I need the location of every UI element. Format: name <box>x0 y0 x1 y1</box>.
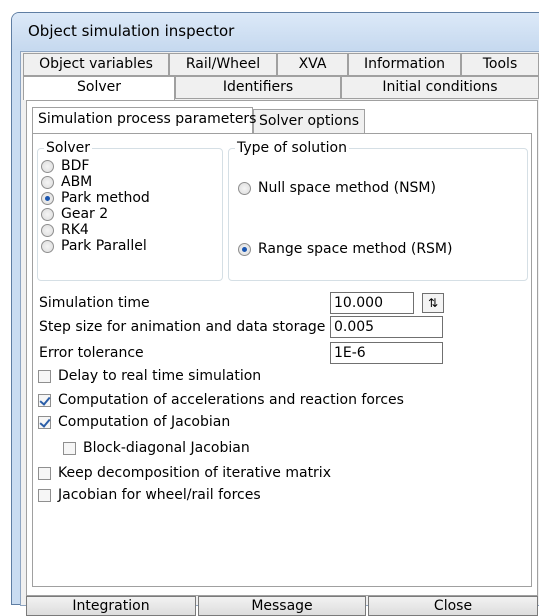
radio-selected-icon <box>238 242 251 256</box>
integration-button[interactable]: Integration <box>26 596 196 616</box>
inspector-window: Object simulation inspector Object varia… <box>11 12 539 616</box>
keep-decomposition-checkbox[interactable]: Keep decomposition of iterative matrix <box>38 465 331 481</box>
close-button[interactable]: Close <box>368 596 538 616</box>
up-down-arrows-icon[interactable]: ⇅ <box>422 293 444 313</box>
window-title: Object simulation inspector <box>28 22 235 40</box>
error-tolerance-label: Error tolerance <box>39 345 144 361</box>
step-size-input[interactable]: 0.005 <box>330 316 443 338</box>
simulation-time-input[interactable]: 10.000 <box>330 292 414 314</box>
solver-panel: Simulation process parameters Solver opt… <box>26 100 538 596</box>
radio-icon <box>41 223 54 237</box>
radio-icon <box>41 207 54 221</box>
radio-gear-2[interactable]: Gear 2 <box>41 207 108 221</box>
message-button[interactable]: Message <box>198 596 366 616</box>
checkbox-label: Jacobian for wheel/rail forces <box>58 487 261 503</box>
radio-label: Park Parallel <box>61 238 147 254</box>
radio-icon <box>41 239 54 253</box>
radio-label: RK4 <box>61 222 89 238</box>
jacobian-wheel-rail-checkbox[interactable]: Jacobian for wheel/rail forces <box>38 487 261 503</box>
checkbox-label: Delay to real time simulation <box>58 368 262 384</box>
checkbox-checked-icon <box>38 393 51 407</box>
radio-label: Gear 2 <box>61 206 109 222</box>
radio-null-space-method[interactable]: Null space method (NSM) <box>238 181 436 195</box>
tab-rail-wheel[interactable]: Rail/Wheel <box>169 53 277 76</box>
radio-abm[interactable]: ABM <box>41 175 92 189</box>
simulation-time-label: Simulation time <box>39 295 150 311</box>
radio-label: Park method <box>61 190 150 206</box>
solution-type-legend: Type of solution <box>235 139 349 157</box>
tab-object-variables[interactable]: Object variables <box>23 53 169 76</box>
tab-solver[interactable]: Solver <box>23 76 175 100</box>
checkbox-label: Keep decomposition of iterative matrix <box>58 465 331 481</box>
checkbox-icon <box>63 441 76 455</box>
radio-label: Null space method (NSM) <box>258 180 436 196</box>
checkbox-icon <box>38 466 51 480</box>
radio-bdf[interactable]: BDF <box>41 159 89 173</box>
tab-initial-conditions[interactable]: Initial conditions <box>341 76 539 99</box>
delay-real-time-checkbox[interactable]: Delay to real time simulation <box>38 368 261 384</box>
simulation-parameters-page: Solver BDF ABM Park method Gear 2 RK4 Pa… <box>32 133 532 587</box>
radio-label: ABM <box>61 174 93 190</box>
radio-park-parallel[interactable]: Park Parallel <box>41 239 147 253</box>
tab-tools[interactable]: Tools <box>461 53 539 76</box>
subtab-simulation-process-parameters[interactable]: Simulation process parameters <box>32 107 256 133</box>
checkbox-label: Computation of Jacobian <box>58 414 231 430</box>
radio-selected-icon <box>41 191 54 205</box>
radio-icon <box>41 175 54 189</box>
block-diagonal-jacobian-checkbox[interactable]: Block-diagonal Jacobian <box>63 440 250 456</box>
radio-label: BDF <box>61 158 90 174</box>
tab-information[interactable]: Information <box>348 53 461 76</box>
checkbox-icon <box>38 369 51 383</box>
error-tolerance-input[interactable]: 1E-6 <box>330 342 443 364</box>
checkbox-checked-icon <box>38 415 51 429</box>
checkbox-icon <box>38 488 51 502</box>
radio-icon <box>238 181 251 195</box>
radio-icon <box>41 159 54 173</box>
accelerations-reaction-forces-checkbox[interactable]: Computation of accelerations and reactio… <box>38 392 404 408</box>
tab-xva[interactable]: XVA <box>277 53 348 76</box>
client-area: Object variables Rail/Wheel XVA Informat… <box>20 51 539 616</box>
solution-type-group: Type of solution Null space method (NSM)… <box>228 139 528 281</box>
radio-park-method[interactable]: Park method <box>41 191 150 205</box>
computation-jacobian-checkbox[interactable]: Computation of Jacobian <box>38 414 230 430</box>
radio-label: Range space method (RSM) <box>258 241 453 257</box>
checkbox-label: Computation of accelerations and reactio… <box>58 392 404 408</box>
tab-identifiers[interactable]: Identifiers <box>175 76 341 99</box>
solver-group-legend: Solver <box>44 139 92 157</box>
subtab-solver-options[interactable]: Solver options <box>253 109 365 133</box>
radio-range-space-method[interactable]: Range space method (RSM) <box>238 242 452 256</box>
checkbox-label: Block-diagonal Jacobian <box>83 440 250 456</box>
title-bar[interactable]: Object simulation inspector <box>12 13 539 50</box>
step-size-label: Step size for animation and data storage <box>39 319 326 335</box>
solver-group: Solver BDF ABM Park method Gear 2 RK4 Pa… <box>37 139 223 281</box>
radio-rk4[interactable]: RK4 <box>41 223 89 237</box>
